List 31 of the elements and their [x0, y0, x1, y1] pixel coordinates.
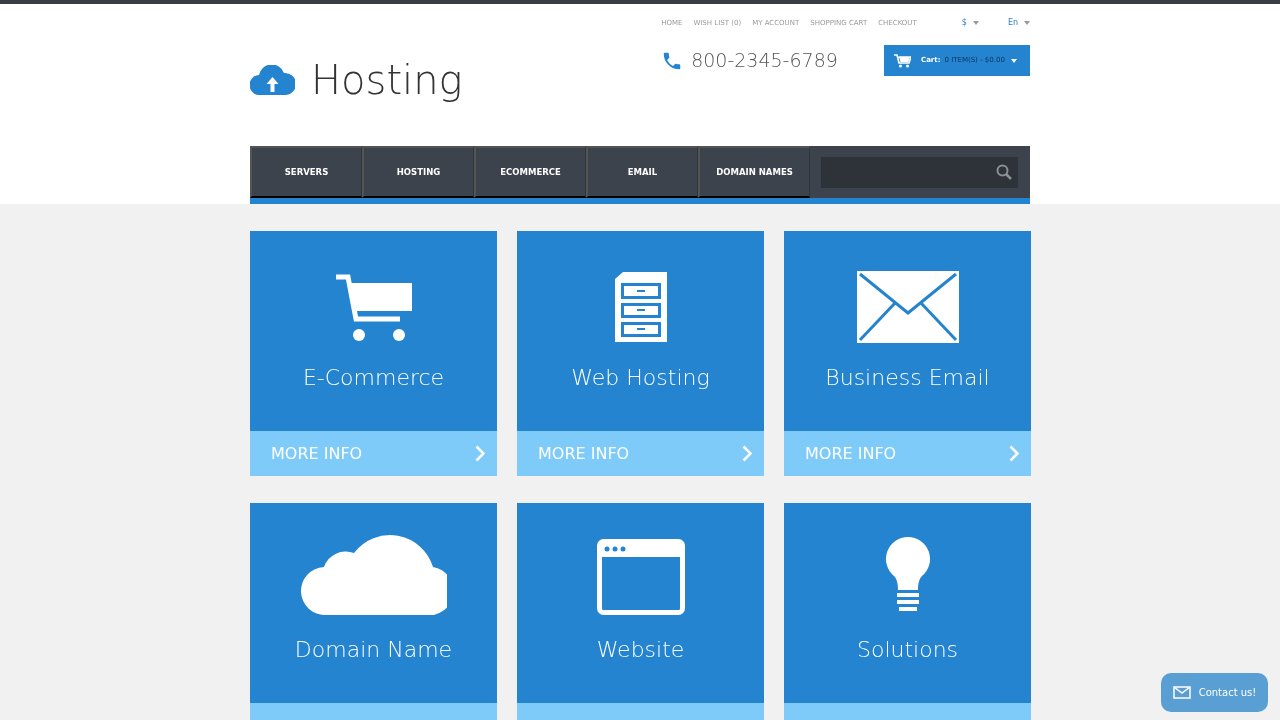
- tile-title: Website: [596, 636, 685, 664]
- nav-item[interactable]: HOSTING: [362, 146, 474, 198]
- tile-title: Solutions: [856, 636, 959, 664]
- file-cabinet-icon: [612, 271, 669, 343]
- cart-icon: [894, 53, 911, 68]
- language-selector[interactable]: En: [1007, 17, 1030, 29]
- tile-title: Domain Name: [294, 636, 453, 664]
- cloud-upload-icon: [250, 65, 295, 95]
- nav-item[interactable]: ECOMMERCE: [474, 146, 586, 198]
- logo-text[interactable]: Hosting: [311, 50, 463, 110]
- caret-icon: [1024, 21, 1030, 25]
- browser-window-icon: [596, 539, 685, 615]
- nav-item[interactable]: DOMAIN NAMES: [698, 146, 810, 198]
- envelope-icon: [1172, 686, 1191, 699]
- chevron-right-icon: [742, 445, 752, 462]
- tile-title: Web Hosting: [571, 364, 710, 392]
- tile-title: E-Commerce: [302, 364, 445, 392]
- chevron-right-icon: [475, 445, 485, 462]
- caret-icon: [972, 21, 979, 25]
- tile-title: Business Email: [825, 364, 990, 392]
- currency-selector[interactable]: $: [961, 17, 979, 29]
- shopping-cart-icon: [333, 273, 414, 343]
- caret-icon: [1011, 58, 1017, 63]
- phone-number: 800-2345-6789: [691, 48, 838, 74]
- search-field[interactable]: [821, 156, 1018, 188]
- nav-item[interactable]: EMAIL: [586, 146, 698, 198]
- nav-item[interactable]: SERVERS: [250, 146, 362, 198]
- contact-button[interactable]: Contact us!: [1161, 673, 1268, 712]
- search-icon: [996, 164, 1012, 180]
- envelope-icon: [856, 271, 959, 343]
- chevron-right-icon: [1009, 445, 1019, 462]
